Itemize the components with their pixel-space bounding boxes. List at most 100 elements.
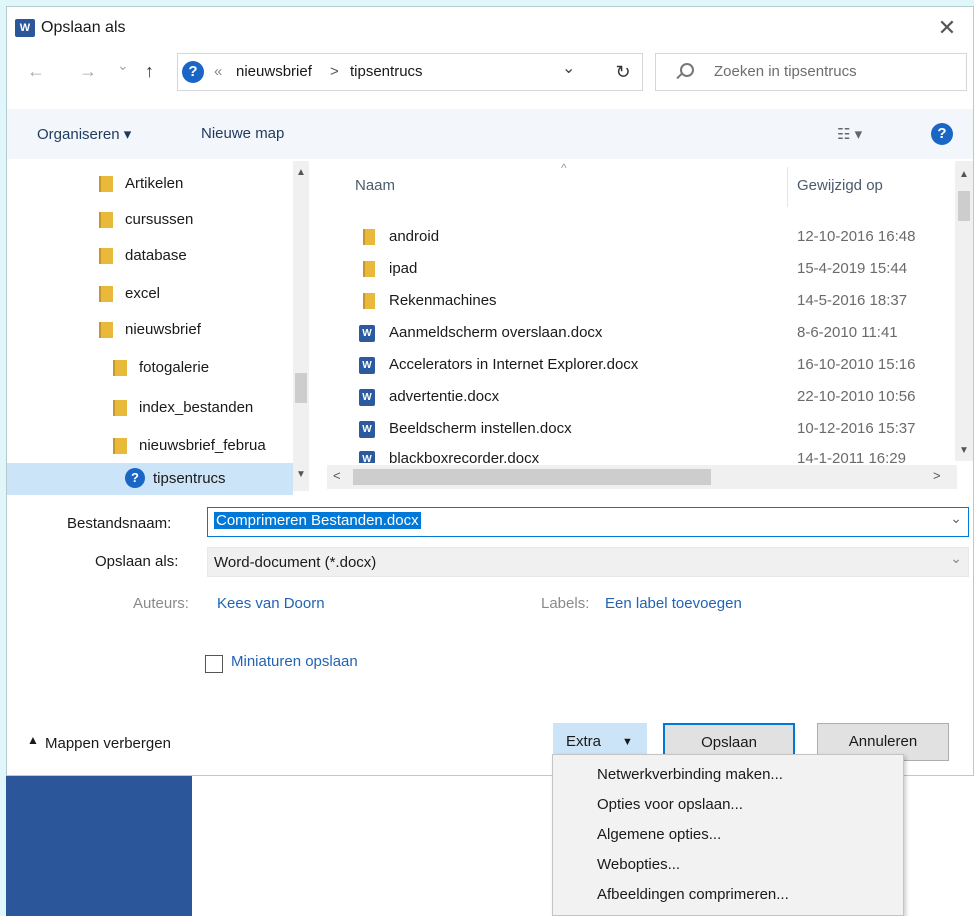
- file-list: ^ Naam Gewijzigd op android 12-10-2016 16…: [325, 161, 974, 491]
- file-row[interactable]: Rekenmachines 14-5-2016 18:37: [325, 285, 945, 317]
- file-row[interactable]: Wadvertentie.docx 22-10-2010 10:56: [325, 381, 945, 413]
- tree-item-label: nieuwsbrief_februa: [139, 437, 266, 454]
- file-name: ipad: [389, 260, 418, 277]
- save-type-label: Opslaan als:: [95, 553, 179, 570]
- file-row[interactable]: W Beeldscherm instellen.docx 10-12-2016 15…: [325, 413, 945, 445]
- authors-link[interactable]: Kees van Doorn: [217, 595, 325, 612]
- folder-icon: [363, 229, 375, 245]
- tree-item-index-bestanden[interactable]: index_bestanden: [113, 393, 253, 423]
- organize-button[interactable]: Organiseren ▾: [37, 125, 131, 143]
- breadcrumb-overflow[interactable]: «: [214, 63, 222, 80]
- scroll-up-icon[interactable]: ▲: [296, 167, 306, 178]
- search-icon: [680, 63, 694, 77]
- menu-item-general-options[interactable]: Algemene opties...: [597, 821, 721, 849]
- file-scroll-thumb[interactable]: [958, 191, 970, 221]
- folder-icon: [363, 261, 375, 277]
- recent-locations-icon[interactable]: ⌄: [117, 57, 129, 74]
- tree-item-excel[interactable]: excel: [99, 279, 160, 309]
- tags-link[interactable]: Een label toevoegen: [605, 595, 742, 612]
- folder-icon: [99, 322, 113, 339]
- filename-label: Bestandsnaam:: [67, 515, 172, 532]
- tools-menu: Netwerkverbinding maken... Opties voor o…: [552, 754, 904, 916]
- file-row[interactable]: android 12-10-2016 16:48: [325, 221, 945, 253]
- word-doc-icon: W: [359, 389, 375, 406]
- chevron-down-icon[interactable]: ⌄: [950, 510, 962, 527]
- breadcrumb-item-tipsentrucs[interactable]: tipsentrucs: [350, 63, 423, 80]
- new-folder-button[interactable]: Nieuwe map: [201, 125, 284, 142]
- file-row[interactable]: Wblackboxrecorder.docx 14-1-2011 16:29: [325, 443, 945, 463]
- save-type-value: Word-document (*.docx): [214, 554, 377, 571]
- tree-item-label: fotogalerie: [139, 359, 210, 376]
- tree-item-nieuwsbrief[interactable]: nieuwsbrief: [99, 315, 201, 345]
- file-name: Accelerators in Internet Explorer.docx: [389, 356, 639, 373]
- tree-item-database[interactable]: database: [99, 241, 187, 271]
- menu-item-web-options[interactable]: Webopties...: [597, 851, 680, 879]
- chevron-up-icon[interactable]: ▲: [27, 733, 39, 747]
- tree-scroll-thumb[interactable]: [295, 373, 307, 403]
- tree-scrollbar[interactable]: ▲ ▼: [293, 161, 309, 491]
- save-as-dialog: W Opslaan als ✕ ← → ⌄ ↑ ? « nieuwsbrief …: [6, 6, 974, 776]
- tree-item-label: nieuwsbrief: [125, 321, 201, 338]
- file-date: 12-10-2016 16:48: [797, 228, 916, 245]
- file-row[interactable]: ipad 15-4-2019 15:44: [325, 253, 945, 285]
- file-date: 22-10-2010 10:56: [797, 388, 916, 405]
- tree-item-artikelen[interactable]: Artikelen: [99, 169, 183, 199]
- scroll-left-icon[interactable]: <: [333, 468, 341, 483]
- word-doc-icon: W: [359, 421, 375, 438]
- folder-icon: [113, 400, 127, 417]
- search-input[interactable]: Zoeken in tipsentrucs: [714, 63, 857, 80]
- scroll-up-icon[interactable]: ▲: [959, 169, 969, 180]
- word-doc-icon: W: [359, 325, 375, 342]
- tree-item-tipsentrucs-selected[interactable]: ? tipsentrucs: [7, 463, 293, 495]
- view-options-icon[interactable]: ☷ ▾: [837, 125, 862, 143]
- tree-item-nieuwsbrief-februa[interactable]: nieuwsbrief_februa: [113, 431, 266, 461]
- column-divider: [787, 167, 788, 207]
- menu-item-compress-images[interactable]: Afbeeldingen comprimeren...: [597, 881, 789, 909]
- help-icon[interactable]: ?: [931, 123, 953, 145]
- menu-item-network-connection[interactable]: Netwerkverbinding maken...: [597, 761, 783, 789]
- folder-icon: [113, 360, 127, 377]
- column-header-name[interactable]: Naam: [355, 177, 395, 194]
- back-arrow-icon[interactable]: ←: [27, 61, 45, 82]
- tree-item-label: index_bestanden: [139, 399, 254, 416]
- file-name: Aanmeldscherm overslaan.docx: [389, 324, 603, 341]
- breadcrumb-separator: >: [330, 63, 339, 80]
- file-name: advertentie.docx: [389, 388, 500, 405]
- tipsentrucs-icon: ?: [125, 468, 145, 488]
- thumbnails-checkbox[interactable]: [205, 655, 223, 673]
- scroll-right-icon[interactable]: >: [933, 468, 941, 483]
- word-window-sidebar: [6, 776, 192, 916]
- scroll-down-icon[interactable]: ▼: [296, 469, 306, 480]
- file-list-scrollbar[interactable]: ▲ ▼: [955, 161, 973, 461]
- tree-item-fotogalerie[interactable]: fotogalerie: [113, 353, 209, 383]
- word-app-icon: W: [15, 19, 35, 37]
- navigation-pane: Artikelen cursussen database excel nieuw…: [7, 161, 309, 495]
- breadcrumb-item-nieuwsbrief[interactable]: nieuwsbrief: [236, 63, 312, 80]
- address-dropdown-icon[interactable]: ⌄: [562, 58, 575, 78]
- file-row[interactable]: W Accelerators in Internet Explorer.docx 1…: [325, 349, 945, 381]
- folder-icon: [99, 212, 113, 229]
- location-help-icon: ?: [182, 61, 204, 83]
- filename-input[interactable]: Comprimeren Bestanden.docx: [214, 512, 421, 529]
- close-icon[interactable]: ✕: [931, 13, 963, 43]
- tree-item-cursussen[interactable]: cursussen: [99, 205, 193, 235]
- hide-folders-button[interactable]: Mappen verbergen: [45, 735, 171, 752]
- scroll-down-icon[interactable]: ▼: [959, 445, 969, 456]
- filename-field[interactable]: Comprimeren Bestanden.docx ⌄: [207, 507, 969, 537]
- refresh-button[interactable]: ↻: [603, 54, 643, 90]
- save-type-select[interactable]: Word-document (*.docx) ⌄: [207, 547, 969, 577]
- thumbnails-label[interactable]: Miniaturen opslaan: [231, 653, 358, 670]
- command-toolbar: Organiseren ▾ Nieuwe map ☷ ▾ ?: [7, 109, 973, 159]
- address-bar[interactable]: ? « nieuwsbrief > tipsentrucs ⌄: [177, 53, 643, 91]
- hscroll-thumb[interactable]: [353, 469, 711, 485]
- search-box[interactable]: Zoeken in tipsentrucs: [655, 53, 967, 91]
- column-header-date[interactable]: Gewijzigd op: [797, 177, 883, 194]
- up-arrow-icon[interactable]: ↑: [145, 61, 154, 82]
- file-date: 16-10-2010 15:16: [797, 356, 916, 373]
- menu-item-save-options[interactable]: Opties voor opslaan...: [597, 791, 743, 819]
- file-date: 14-1-2011 16:29: [797, 450, 906, 463]
- forward-arrow-icon[interactable]: →: [79, 61, 97, 82]
- file-row[interactable]: W Aanmeldscherm overslaan.docx 8-6-2010 11…: [325, 317, 945, 349]
- folder-icon: [113, 438, 127, 455]
- file-list-hscrollbar[interactable]: < >: [327, 465, 957, 489]
